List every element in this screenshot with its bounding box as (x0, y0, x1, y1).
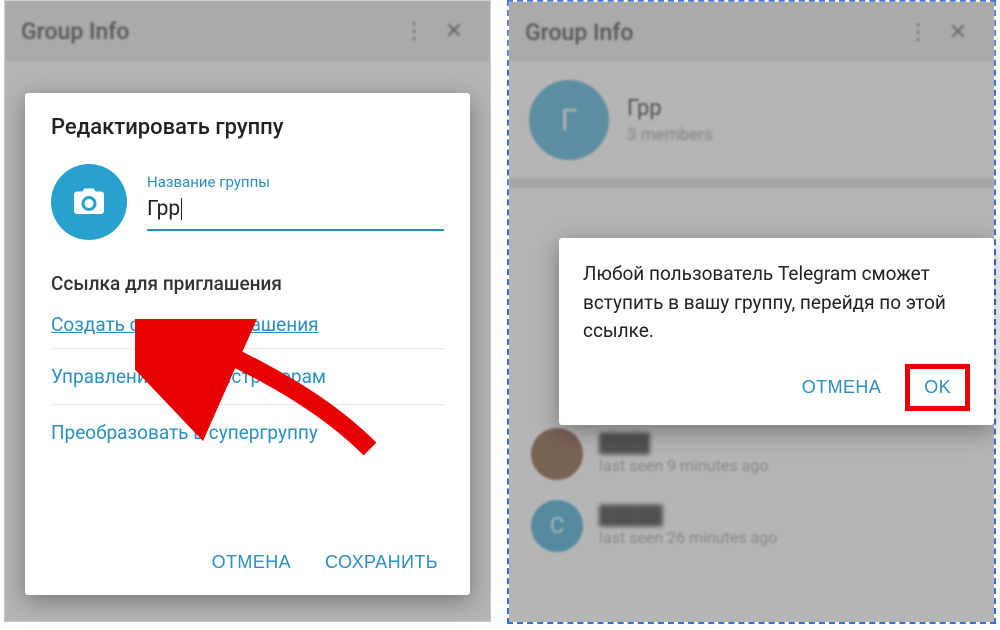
save-button[interactable]: СОХРАНИТЬ (319, 544, 444, 581)
create-invite-link[interactable]: Создать ссылку приглашения (51, 305, 444, 344)
edit-row: Название группы Грр (51, 164, 444, 240)
edit-group-dialog: Редактировать группу Название группы Грр… (25, 93, 470, 595)
left-panel: Group Info ⋮ ✕ Редактировать группу Назв… (4, 0, 491, 622)
cancel-button[interactable]: ОТМЕНА (206, 544, 297, 581)
ok-button[interactable]: OK (916, 371, 959, 404)
camera-icon[interactable] (51, 164, 127, 240)
group-name-label: Название группы (147, 173, 444, 191)
group-name-field[interactable]: Название группы Грр (147, 173, 444, 231)
group-name-input: Грр (147, 191, 444, 231)
dialog-title: Редактировать группу (51, 115, 444, 140)
dialog-actions: ОТМЕНА OK (583, 364, 970, 411)
invite-section-title: Ссылка для приглашения (51, 272, 444, 295)
right-panel: Group Info ⋮ ✕ Г Грр 3 members ████ last… (507, 0, 996, 624)
convert-supergroup-link[interactable]: Преобразовать в супергруппу (51, 409, 444, 456)
manage-admins-link[interactable]: Управление администраторам (51, 353, 444, 400)
dialog-text: Любой пользователь Telegram сможет вступ… (583, 260, 970, 346)
ok-highlight: OK (905, 364, 970, 411)
stage: Group Info ⋮ ✕ Редактировать группу Назв… (0, 0, 1000, 630)
dialog-actions: ОТМЕНА СОХРАНИТЬ (51, 534, 444, 581)
confirm-dialog: Любой пользователь Telegram сможет вступ… (559, 238, 994, 425)
cancel-button[interactable]: ОТМЕНА (796, 369, 887, 406)
